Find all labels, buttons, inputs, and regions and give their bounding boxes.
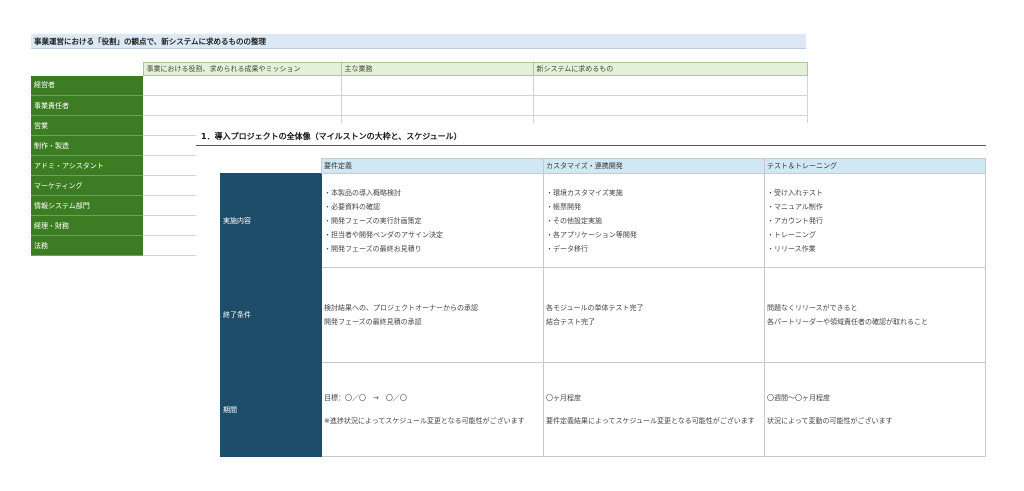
exit-criteria-cell[interactable]: 問題なくリリースができると 各パートリーダーや領域責任者の確認が取れること: [764, 267, 986, 363]
exit-criteria-item: 検討結果への、プロジェクトオーナーからの承認: [324, 304, 478, 312]
phase-header[interactable]: 要件定義: [321, 158, 544, 174]
table-cell[interactable]: [341, 75, 534, 96]
activities-cell[interactable]: ・本製品の導入概略検討 ・必要資料の確認 ・開発フェーズの実行計画策定 ・担当者…: [321, 173, 544, 268]
role-label[interactable]: 営業: [31, 115, 143, 136]
role-label[interactable]: マーケティング: [31, 175, 143, 196]
activity-item: ・環境カスタマイズ実施: [546, 188, 623, 197]
column-header[interactable]: 新システムに求めるもの: [532, 62, 808, 76]
header-corner-cell: [220, 158, 322, 174]
column-header[interactable]: 主な業務: [340, 62, 534, 76]
period-cell[interactable]: 目標：〇／〇 → 〇／〇 ※進捗状況によってスケジュール変更となる可能性がござい…: [321, 362, 544, 457]
period-cell[interactable]: 〇週間〜〇ヶ月程度 状況によって変動の可能性がございます: [764, 362, 986, 457]
exit-criteria-cell[interactable]: 各モジュールの単体テスト完了 結合テスト完了: [543, 267, 765, 363]
table-header-row: 事業における役割、求められる成果やミッション 主な業務 新システムに求めるもの: [31, 62, 808, 76]
activities-cell[interactable]: ・受け入れテスト ・マニュアル制作 ・アカウント発行 ・トレーニング ・リリース…: [764, 173, 986, 268]
table-cell[interactable]: [533, 95, 808, 116]
exit-criteria-item: 開発フェーズの最終見積の承認: [324, 318, 422, 326]
phase-header[interactable]: カスタマイズ・連携開発: [543, 158, 765, 174]
role-label[interactable]: 情報システム部門: [31, 195, 143, 216]
table-cell[interactable]: [143, 75, 342, 96]
role-label[interactable]: 事業責任者: [31, 95, 143, 116]
activity-item: ・帳票開発: [546, 202, 581, 211]
exit-criteria-item: 各モジュールの単体テスト完了: [546, 304, 644, 312]
activity-item: ・トレーニング: [767, 230, 816, 239]
period-note: 要件定義結果によってスケジュール変更となる可能性がございます: [546, 416, 755, 425]
activities-row: 実施内容 ・本製品の導入概略検討 ・必要資料の確認 ・開発フェーズの実行計画策定…: [220, 173, 986, 268]
column-header[interactable]: 事業における役割、求められる成果やミッション: [142, 62, 342, 76]
activity-item: ・アカウント発行: [767, 216, 823, 225]
activity-item: ・各アプリケーション等開発: [546, 230, 637, 239]
period-target: 〇週間〜〇ヶ月程度: [767, 393, 830, 402]
row-header[interactable]: 期間: [220, 362, 322, 457]
role-label[interactable]: 経営者: [31, 75, 143, 96]
role-label[interactable]: 制作・製造: [31, 135, 143, 156]
row-header[interactable]: 終了条件: [220, 267, 322, 363]
header-corner-cell: [31, 62, 144, 76]
activity-item: ・リリース作業: [767, 244, 816, 253]
activities-cell[interactable]: ・環境カスタマイズ実施 ・帳票開発 ・その他設定実施 ・各アプリケーション等開発…: [543, 173, 765, 268]
activity-item: ・その他設定実施: [546, 216, 602, 225]
activity-item: ・本製品の導入概略検討: [324, 188, 401, 197]
activity-item: ・担当者や開発ベンダのアサイン決定: [324, 230, 443, 239]
phase-header[interactable]: テスト＆トレーニング: [764, 158, 986, 174]
exit-criteria-item: 各パートリーダーや領域責任者の確認が取れること: [767, 318, 928, 326]
activity-item: ・マニュアル制作: [767, 202, 823, 211]
row-header[interactable]: 実施内容: [220, 173, 322, 268]
sheet1-title: 事業運営における「役割」の観点で、新システムに求めるものの整理: [31, 34, 806, 49]
title-divider: [196, 145, 986, 146]
table-cell[interactable]: [533, 75, 808, 96]
activity-item: ・開発フェーズの最終お見積り: [324, 244, 422, 253]
activity-item: ・受け入れテスト: [767, 188, 823, 197]
exit-criteria-cell[interactable]: 検討結果への、プロジェクトオーナーからの承認 開発フェーズの最終見積の承認: [321, 267, 544, 363]
milestone-table: 要件定義 カスタマイズ・連携開発 テスト＆トレーニング 実施内容 ・本製品の導入…: [220, 158, 986, 457]
table-row: 経営者: [31, 75, 808, 96]
table-cell[interactable]: [143, 95, 342, 116]
period-note: 状況によって変動の可能性がございます: [767, 416, 893, 425]
table-cell[interactable]: [341, 95, 534, 116]
phase-header-row: 要件定義 カスタマイズ・連携開発 テスト＆トレーニング: [220, 158, 986, 174]
period-target: 〇ヶ月程度: [546, 393, 581, 402]
table-row: 事業責任者: [31, 95, 808, 116]
exit-criteria-item: 結合テスト完了: [546, 318, 595, 326]
period-note: ※進捗状況によってスケジュール変更となる可能性がございます: [324, 416, 525, 425]
activity-item: ・必要資料の確認: [324, 202, 380, 211]
role-label[interactable]: 法務: [31, 235, 143, 256]
project-overview-sheet: 1．導入プロジェクトの全体像（マイルストンの大枠と、スケジュール） 要件定義 カ…: [196, 123, 1024, 491]
period-target: 目標：〇／〇 → 〇／〇: [324, 393, 407, 402]
activity-item: ・データ移行: [546, 244, 588, 253]
activity-item: ・開発フェーズの実行計画策定: [324, 216, 422, 225]
period-cell[interactable]: 〇ヶ月程度 要件定義結果によってスケジュール変更となる可能性がございます: [543, 362, 765, 457]
period-row: 期間 目標：〇／〇 → 〇／〇 ※進捗状況によってスケジュール変更となる可能性が…: [220, 362, 986, 457]
exit-criteria-row: 終了条件 検討結果への、プロジェクトオーナーからの承認 開発フェーズの最終見積の…: [220, 267, 986, 363]
project-overview-title: 1．導入プロジェクトの全体像（マイルストンの大枠と、スケジュール）: [201, 132, 462, 141]
role-label[interactable]: 経理・財務: [31, 215, 143, 236]
exit-criteria-item: 問題なくリリースができると: [767, 304, 858, 312]
role-label[interactable]: アドミ・アシスタント: [31, 155, 143, 176]
